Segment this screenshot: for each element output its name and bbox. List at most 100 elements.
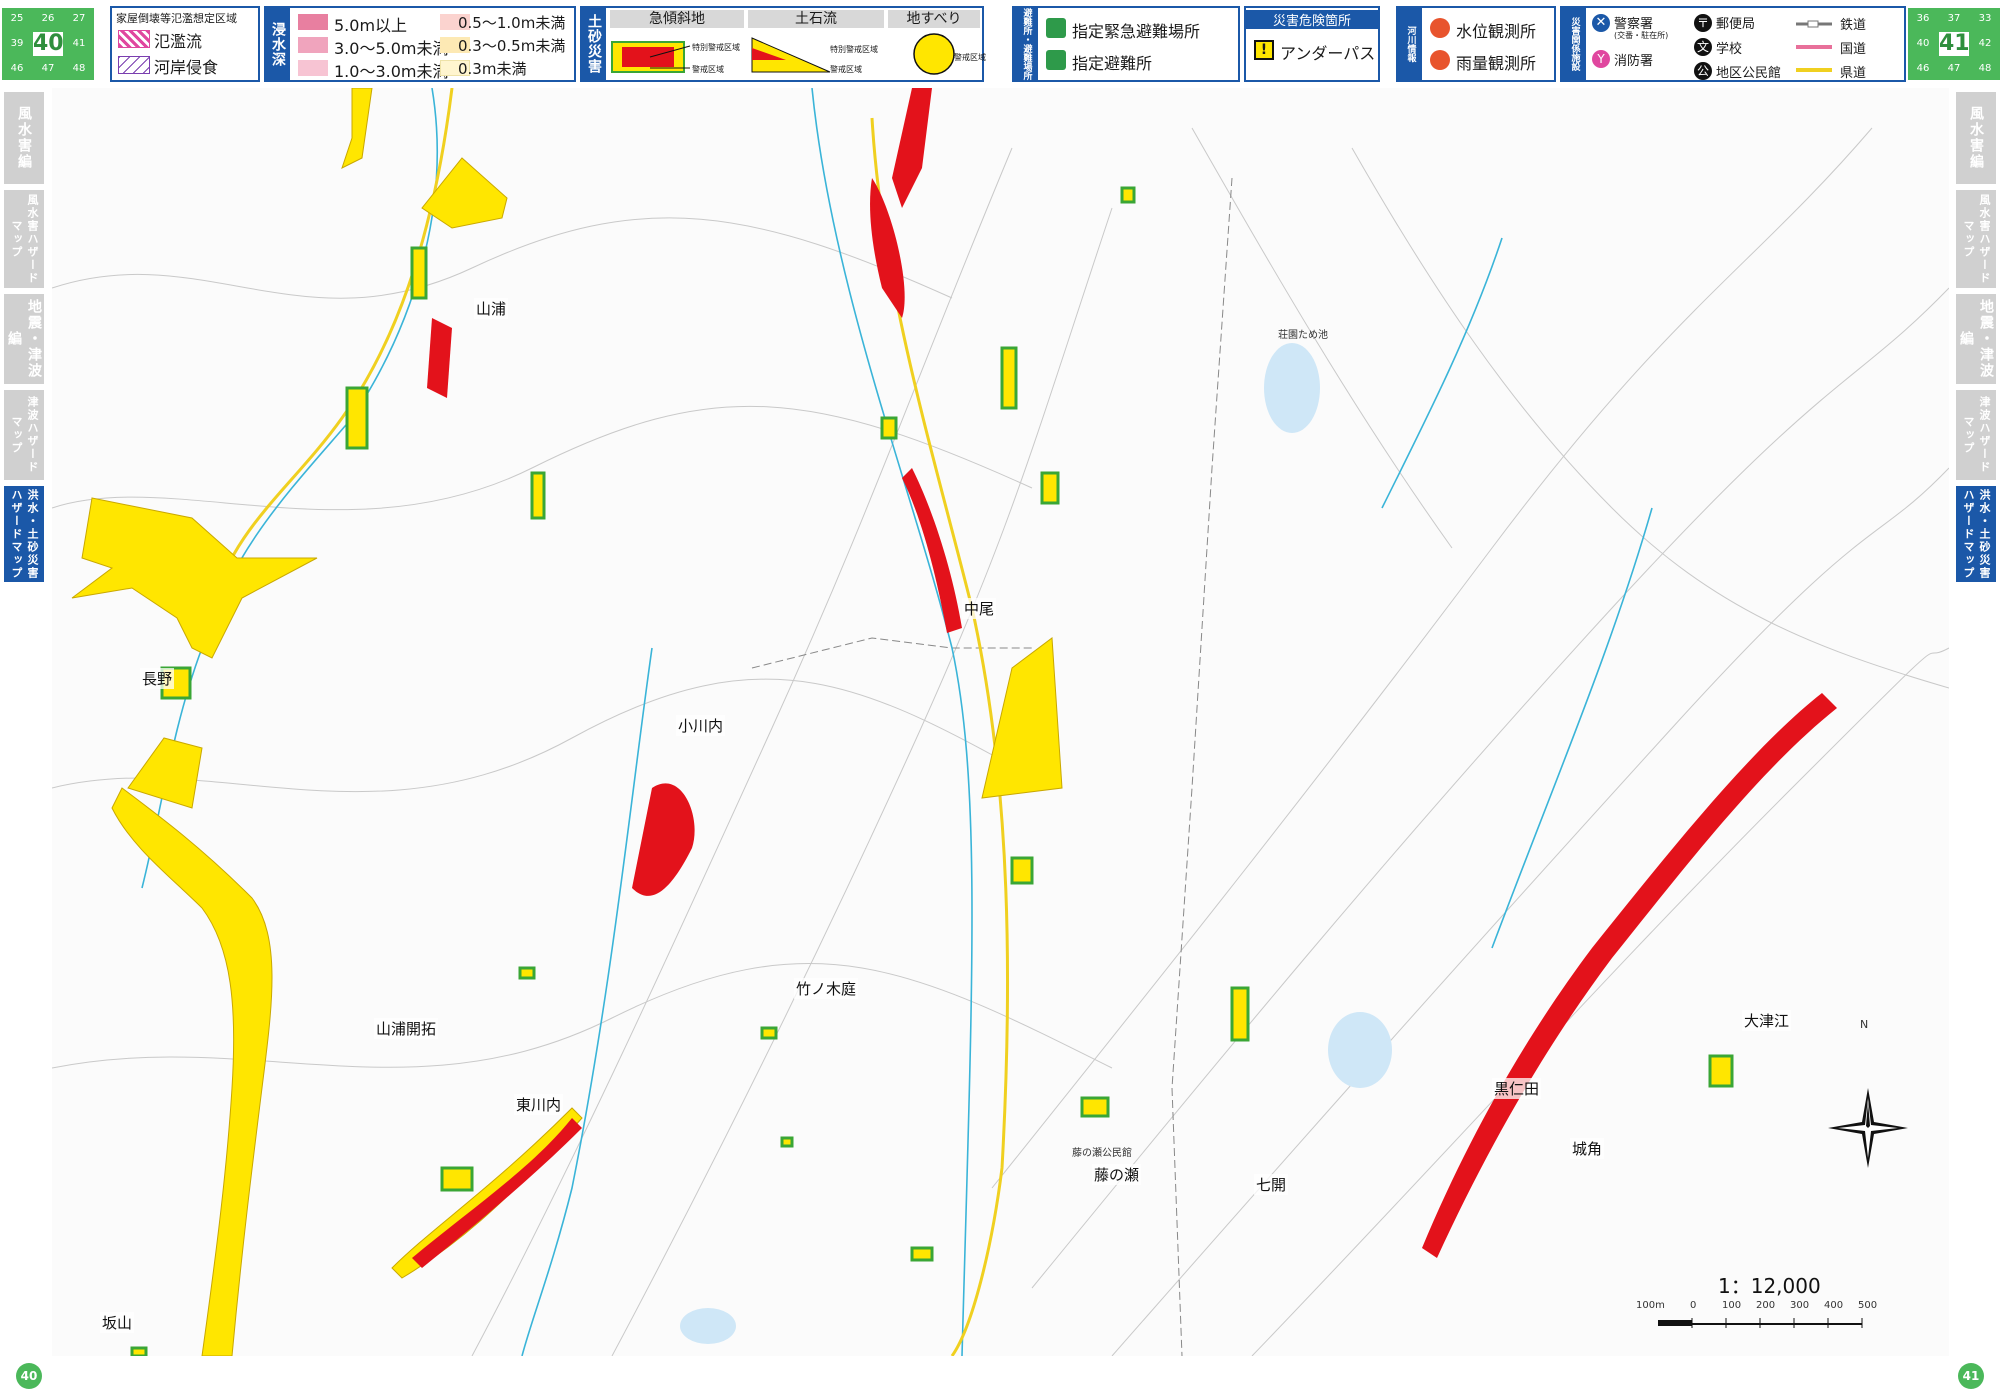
facility-label: 学校 bbox=[1716, 42, 1743, 57]
shelter-label: 指定避難所 bbox=[1072, 54, 1153, 73]
post-office-icon: 〒 bbox=[1694, 14, 1712, 32]
legend-river: 河川情報 水位観測所 雨量観測所 bbox=[1396, 6, 1556, 82]
warning-zones bbox=[71, 88, 1063, 1356]
page-index-cell[interactable]: 25 bbox=[2, 8, 32, 30]
page-index-cell[interactable]: 39 bbox=[2, 33, 32, 55]
page-index-cell[interactable]: 48 bbox=[1970, 58, 2000, 80]
page-index-cell[interactable]: 46 bbox=[1908, 58, 1938, 80]
legend-facilities: 災害関係施設 ✕ 警察署 (交番・駐在所) 〒 郵便局 Y 消防署 文 学校 公… bbox=[1560, 6, 1906, 82]
designated-shelter-icon bbox=[1046, 50, 1066, 70]
place-label: 東川内 bbox=[514, 1094, 564, 1115]
scale-tick: 0 bbox=[1690, 1300, 1697, 1311]
depth-label: 3.0～5.0m未満 bbox=[334, 39, 449, 58]
side-tab-right[interactable]: 風水害ハザードマップ bbox=[1956, 190, 1996, 288]
side-tab-left-active[interactable]: 洪水・土砂災害ハザードマップ bbox=[4, 486, 44, 582]
side-tab-left[interactable]: 津波ハザードマップ bbox=[4, 390, 44, 480]
facility-label: 郵便局 bbox=[1716, 17, 1756, 32]
legend-danger-title: 災害危険箇所 bbox=[1246, 10, 1378, 29]
legend-sediment: 土砂災害 急傾斜地 土石流 地すべり 特別警戒区域 警戒区域 特別警戒区域 警戒… bbox=[580, 6, 986, 82]
page-index-cell[interactable]: 36 bbox=[1908, 8, 1938, 30]
north-label: N bbox=[1860, 1018, 1869, 1031]
page-index-cell[interactable]: 47 bbox=[1939, 58, 1969, 80]
place-label: 小川内 bbox=[676, 715, 726, 736]
side-tab-right[interactable]: 地震・津波編 bbox=[1956, 294, 1996, 384]
page-number-right: 41 bbox=[1958, 1363, 1984, 1389]
depth-label: 0.5～1.0m未満 bbox=[458, 14, 566, 32]
school-icon: 文 bbox=[1694, 38, 1712, 56]
place-label: 大津江 bbox=[1742, 1010, 1792, 1031]
line-label: 県道 bbox=[1840, 66, 1867, 81]
prefectural-road bbox=[870, 117, 1010, 1356]
legend-danger: 災害危険箇所 ! アンダーパス bbox=[1244, 6, 1380, 82]
page-index-right[interactable]: 36 37 33 40 41 42 46 47 48 bbox=[1908, 8, 2000, 80]
scale-tick: 100m bbox=[1636, 1300, 1665, 1311]
depth-label: 0.3～0.5m未満 bbox=[458, 37, 566, 55]
page-index-current: 41 bbox=[1939, 31, 1970, 56]
page-index-cell[interactable]: 27 bbox=[64, 8, 94, 30]
steep-warn-note: 警戒区域 bbox=[692, 65, 724, 74]
compass-icon bbox=[1828, 1088, 1908, 1168]
reservoir bbox=[1328, 1012, 1392, 1088]
facility-sublabel: (交番・駐在所) bbox=[1614, 31, 1669, 40]
place-label: 坂山 bbox=[100, 1312, 135, 1333]
depth-swatch bbox=[298, 60, 328, 76]
sediment-legend-symbols bbox=[611, 33, 955, 75]
place-label: 黒仁田 bbox=[1492, 1078, 1542, 1099]
side-tab-right[interactable]: 風水害編 bbox=[1956, 92, 1996, 184]
pond-label: 荘園ため池 bbox=[1278, 330, 1328, 341]
legend-landslide-header: 地すべり bbox=[888, 10, 980, 28]
hall-label: 藤の瀬公民館 bbox=[1072, 1148, 1132, 1159]
page-index-cell[interactable]: 46 bbox=[2, 58, 32, 80]
steep-slope-zones bbox=[130, 186, 1734, 1356]
emergency-shelter-icon bbox=[1046, 18, 1066, 38]
side-tab-left[interactable]: 風水害編 bbox=[4, 92, 44, 184]
depth-label: 5.0m以上 bbox=[334, 16, 408, 35]
page-index-cell[interactable]: 26 bbox=[33, 8, 63, 30]
depth-swatch bbox=[298, 37, 328, 53]
hazard-map[interactable]: 山浦 長野 小川内 中尾 竹ノ木庭 山浦開拓 東川内 藤の瀬 七開 黒仁田 城角… bbox=[52, 88, 1949, 1356]
page-number-left: 40 bbox=[16, 1363, 42, 1389]
steep-special-note: 特別警戒区域 bbox=[692, 43, 740, 52]
scale-tick: 400 bbox=[1824, 1300, 1844, 1311]
page-index-cell[interactable]: 37 bbox=[1939, 8, 1969, 30]
page-index-cell[interactable]: 33 bbox=[1970, 8, 2000, 30]
legend-flood-collapse: 家屋倒壊等氾濫想定区域 氾濫流 河岸侵食 bbox=[110, 6, 260, 82]
scale-bar bbox=[1658, 1318, 1863, 1328]
place-label: 城角 bbox=[1570, 1138, 1605, 1159]
river-label: 水位観測所 bbox=[1456, 22, 1537, 41]
line-label: 国道 bbox=[1840, 42, 1867, 57]
legend-flood-title: 家屋倒壊等氾濫想定区域 bbox=[116, 12, 237, 25]
page-index-cell[interactable]: 48 bbox=[64, 58, 94, 80]
side-tab-left[interactable]: 地震・津波編 bbox=[4, 294, 44, 384]
community-hall-icon: 公 bbox=[1694, 62, 1712, 80]
scale-tick: 200 bbox=[1756, 1300, 1776, 1311]
page-index-cell[interactable]: 41 bbox=[64, 33, 94, 55]
side-tab-right-active[interactable]: 洪水・土砂災害ハザードマップ bbox=[1956, 486, 1996, 582]
side-tab-left[interactable]: 風水害ハザードマップ bbox=[4, 190, 44, 288]
facility-label: 消防署 bbox=[1614, 54, 1654, 69]
scale-tick: 500 bbox=[1858, 1300, 1878, 1311]
legend-river-tag: 河川情報 bbox=[1398, 8, 1422, 80]
legend-shelter-tag: 避難所・避難場所 bbox=[1014, 8, 1038, 80]
page-index-left[interactable]: 25 26 27 39 40 41 46 47 48 bbox=[2, 8, 94, 80]
line-label: 鉄道 bbox=[1840, 18, 1867, 33]
place-label: 中尾 bbox=[962, 598, 997, 619]
page-index-cell[interactable]: 42 bbox=[1970, 33, 2000, 55]
place-label: 藤の瀬 bbox=[1092, 1164, 1142, 1185]
side-tab-right[interactable]: 津波ハザードマップ bbox=[1956, 390, 1996, 480]
depth-label: 0.3m未満 bbox=[458, 60, 527, 78]
legend-facility-tag: 災害関係施設 bbox=[1562, 8, 1586, 80]
place-label: 山浦開拓 bbox=[374, 1018, 439, 1039]
map-canvas[interactable] bbox=[52, 88, 1949, 1356]
legend-shelters: 避難所・避難場所 指定緊急避難場所 指定避難所 bbox=[1012, 6, 1240, 82]
legend-depth-tag: 浸水深 bbox=[266, 8, 290, 80]
water-level-station-icon bbox=[1430, 18, 1450, 38]
line-legend-symbols bbox=[1796, 20, 1832, 72]
rain-gauge-station-icon bbox=[1430, 50, 1450, 70]
page-index-cell[interactable]: 40 bbox=[1908, 33, 1938, 55]
page-index-current: 40 bbox=[33, 31, 64, 56]
page-index-cell[interactable]: 47 bbox=[33, 58, 63, 80]
place-label: 山浦 bbox=[474, 298, 509, 319]
place-label: 長野 bbox=[140, 668, 175, 689]
underpass-label: アンダーパス bbox=[1280, 44, 1376, 63]
